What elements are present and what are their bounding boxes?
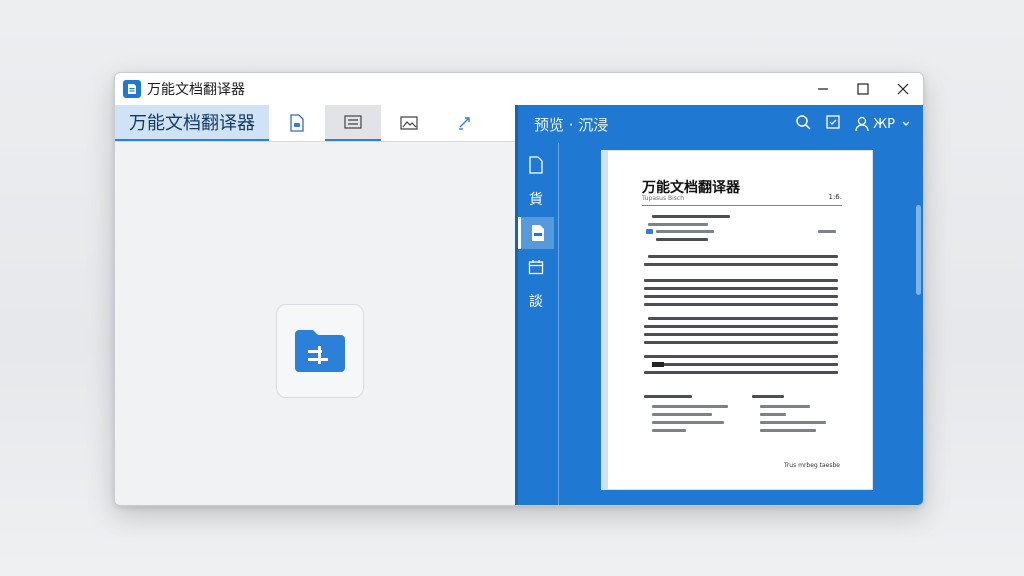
translate-arrows-icon [459, 117, 470, 130]
rail-item-calendar[interactable] [518, 251, 554, 283]
image-tool-button[interactable] [381, 105, 437, 141]
doc-cursor-mark [652, 362, 664, 367]
checklist-icon [826, 115, 840, 129]
doc-column-heading [752, 395, 784, 398]
document-preview-page: 万能文档翻译器 Tupasus Bisch 1:6. Trus mrbeg ta… [602, 151, 872, 489]
list-view-tool-button[interactable] [325, 105, 381, 141]
doc-column-heading [644, 395, 692, 398]
preview-title: 预览 · 沉浸 [534, 115, 609, 134]
doc-list-item [652, 429, 686, 432]
close-button[interactable] [883, 73, 923, 105]
preview-side-rail: 貨 談 [518, 143, 559, 505]
doc-list-item [652, 413, 712, 416]
document-subtitle: Tupasus Bisch [642, 195, 685, 202]
image-icon [400, 116, 418, 130]
user-label: ЖР [873, 116, 895, 132]
app-logo-icon [123, 80, 141, 98]
maximize-icon [857, 83, 869, 95]
document-footer: Trus mrbeg taesbe [784, 462, 840, 469]
maximize-button[interactable] [843, 73, 883, 105]
pdf-file-icon [531, 225, 544, 241]
check-document-button[interactable] [825, 114, 841, 134]
preview-scrollbar[interactable] [916, 205, 921, 295]
doc-text-line [656, 230, 714, 233]
file-icon [529, 156, 543, 174]
brand-tab[interactable]: 万能文档翻译器 [115, 105, 269, 141]
doc-list-item [652, 405, 728, 408]
calendar-icon [528, 260, 544, 275]
document-title: 万能文档翻译器 [642, 180, 740, 196]
doc-text-line [644, 279, 838, 282]
source-toolbar: 万能文档翻译器 [115, 105, 515, 142]
doc-text-line [644, 263, 838, 266]
minimize-icon [818, 88, 828, 90]
doc-list-item [760, 413, 786, 416]
doc-list-item [760, 405, 810, 408]
doc-text-line [652, 215, 730, 218]
doc-text-line [644, 371, 838, 374]
title-bar: 万能文档翻译器 [115, 73, 923, 106]
doc-text-line [818, 230, 836, 233]
translate-tool-button[interactable] [437, 105, 493, 141]
user-icon [855, 116, 869, 132]
upload-file-card[interactable] [276, 304, 364, 398]
user-menu[interactable]: ЖР [855, 116, 911, 132]
doc-text-line [644, 325, 838, 328]
doc-text-line [644, 303, 838, 306]
document-tool-button[interactable] [269, 105, 325, 141]
doc-text-line [656, 363, 838, 366]
preview-header: 预览 · 沉浸 ЖР [518, 105, 923, 143]
rail-item-file[interactable] [518, 149, 554, 181]
search-button[interactable] [795, 114, 811, 134]
document-title-rule [642, 205, 842, 206]
search-icon [796, 115, 811, 130]
chevron-down-icon [902, 121, 910, 126]
window-title: 万能文档翻译器 [147, 82, 245, 98]
doc-text-line [644, 333, 838, 336]
preview-pane: 预览 · 沉浸 ЖР 貨 談 万能文档翻译器 Tupasus Bisch 1:6… [515, 105, 923, 505]
doc-text-line [644, 355, 838, 358]
doc-text-line [644, 287, 838, 290]
doc-text-line [644, 295, 838, 298]
minimize-button[interactable] [803, 73, 843, 105]
doc-text-line [656, 238, 708, 241]
rail-item-text-2[interactable]: 談 [518, 285, 554, 317]
doc-list-item [760, 421, 826, 424]
rail-item-pdf[interactable] [518, 217, 554, 249]
doc-text-line [644, 341, 838, 344]
rail-item-text-1[interactable]: 貨 [518, 183, 554, 215]
app-window: 万能文档翻译器 万能文档翻译器 预览 · 沉浸 ЖР 貨 談 万能文档翻译器 T… [114, 72, 924, 506]
doc-inline-icon [646, 229, 653, 234]
close-icon [897, 83, 909, 95]
folder-add-icon [295, 330, 345, 372]
doc-text-line [648, 255, 838, 258]
doc-text-line [648, 317, 838, 320]
doc-list-item [760, 429, 816, 432]
document-icon [290, 114, 304, 132]
doc-list-item [652, 421, 724, 424]
source-pane: 万能文档翻译器 [115, 105, 515, 505]
doc-text-line [648, 223, 708, 226]
document-page-number: 1:6. [828, 193, 843, 201]
list-view-icon [344, 115, 362, 129]
